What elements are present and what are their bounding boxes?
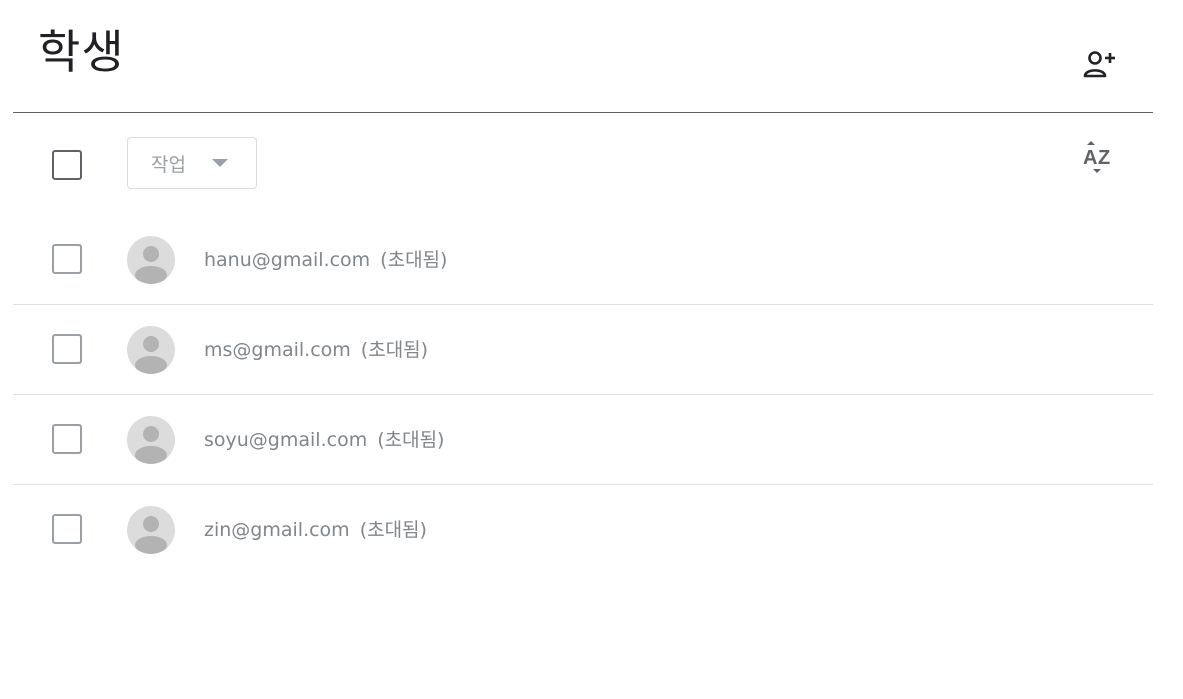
student-label: hanu@gmail.com (초대됨) [204,247,447,273]
avatar [127,326,175,374]
select-all-checkbox[interactable] [52,150,82,180]
avatar [127,236,175,284]
invite-student-button[interactable] [1078,48,1120,84]
person-add-icon [1081,49,1117,83]
invite-status: (초대됨) [380,249,448,271]
student-email: soyu@gmail.com [204,429,368,451]
student-checkbox[interactable] [52,424,82,454]
student-email: ms@gmail.com [204,339,351,361]
invite-status: (초대됨) [360,339,429,361]
invite-status: (초대됨) [377,429,445,451]
student-checkbox[interactable] [52,514,82,544]
student-label: ms@gmail.com (초대됨) [204,337,428,363]
svg-text:A: A [1083,147,1097,169]
header-divider [13,112,1153,113]
student-label: soyu@gmail.com (초대됨) [204,427,444,453]
students-page: 학생 작업 A Z hanu@gmail.com (초대됨) ms@gmail.… [0,0,1183,699]
student-row: soyu@gmail.com (초대됨) [13,395,1153,485]
student-row: hanu@gmail.com (초대됨) [13,215,1153,305]
sort-button[interactable]: A Z [1080,140,1118,178]
sort-az-icon: A Z [1082,139,1116,179]
student-checkbox[interactable] [52,244,82,274]
student-label: zin@gmail.com (초대됨) [204,517,427,543]
student-email: hanu@gmail.com [204,249,371,271]
avatar [127,416,175,464]
action-dropdown[interactable]: 작업 [127,137,257,189]
action-dropdown-label: 작업 [151,153,186,176]
invite-status: (초대됨) [359,519,427,541]
student-row: ms@gmail.com (초대됨) [13,305,1153,395]
page-title: 학생 [38,25,125,79]
avatar [127,506,175,554]
svg-text:Z: Z [1098,147,1110,169]
student-row: zin@gmail.com (초대됨) [13,485,1153,575]
student-email: zin@gmail.com [204,519,350,541]
student-checkbox[interactable] [52,334,82,364]
caret-down-icon [211,159,228,167]
